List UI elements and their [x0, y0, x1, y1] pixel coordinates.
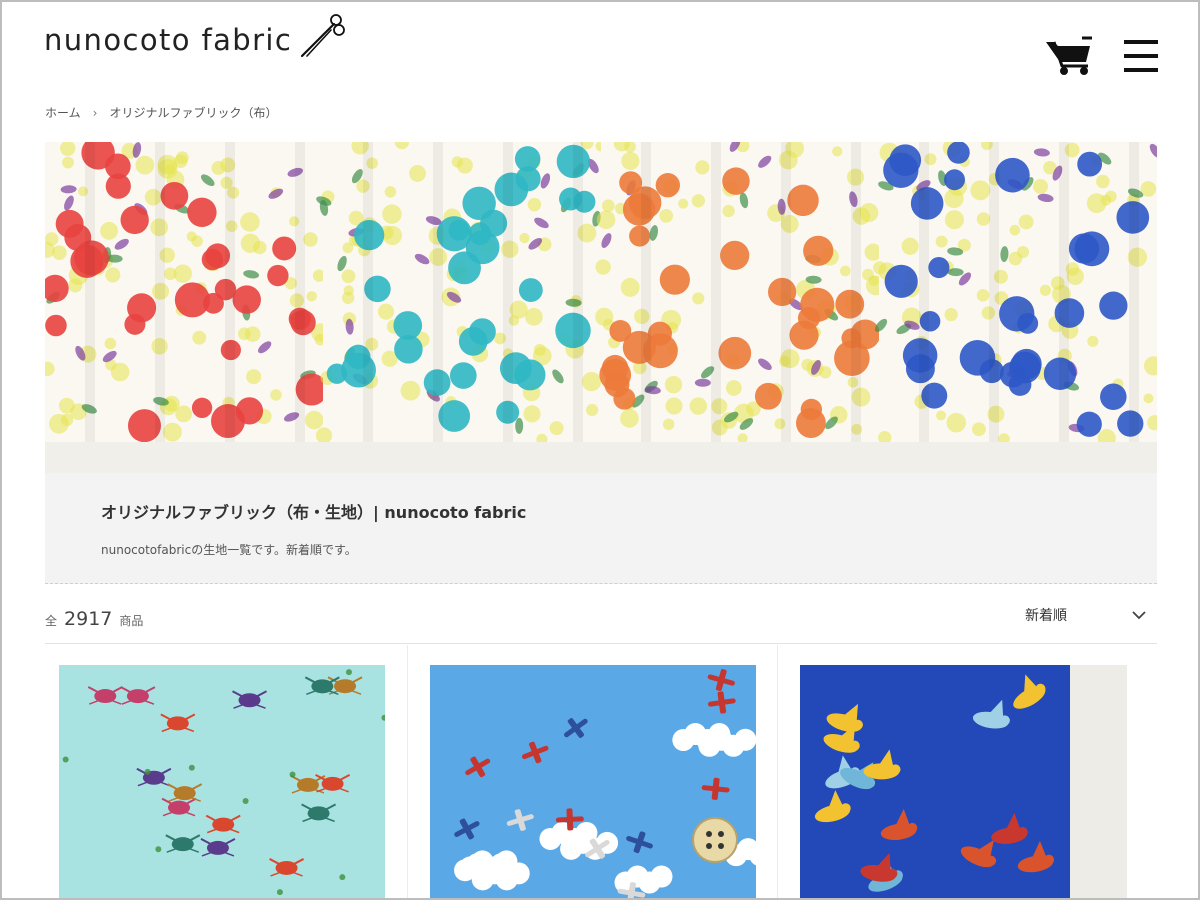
logo-text: nunocoto fabric: [44, 23, 293, 57]
cart-icon[interactable]: [1044, 36, 1094, 76]
product-image: [430, 665, 756, 900]
sort-label: 新着順: [1025, 608, 1067, 624]
menu-bar: [1124, 40, 1158, 44]
hero-banner-image: [45, 142, 1157, 473]
count-suffix: 商品: [119, 614, 144, 628]
product-image: [59, 665, 385, 900]
hero-fabric-pattern: [45, 142, 1157, 473]
product-count: 全 2917 商品: [45, 608, 143, 630]
column-divider: [407, 645, 408, 900]
count-prefix: 全: [45, 614, 58, 628]
breadcrumb: ホーム › オリジナルファブリック（布）: [45, 104, 277, 121]
product-grid: [45, 645, 1157, 900]
column-divider: [777, 645, 778, 900]
hamburger-menu-icon[interactable]: [1124, 40, 1158, 72]
category-description: nunocotofabricの生地一覧です。新着順です。: [101, 543, 357, 557]
product-card-airplanes[interactable]: [430, 665, 756, 900]
product-card-crabs[interactable]: [59, 665, 385, 900]
breadcrumb-current: オリジナルファブリック（布）: [109, 106, 278, 120]
listing-toolbar: 全 2917 商品 新着順: [45, 600, 1157, 644]
count-number: 2917: [64, 608, 113, 630]
category-info: オリジナルファブリック（布・生地）| nunocoto fabric nunoc…: [45, 473, 1157, 584]
breadcrumb-home-link[interactable]: ホーム: [45, 104, 81, 121]
site-logo[interactable]: nunocoto fabric: [44, 14, 346, 66]
menu-bar: [1124, 68, 1158, 72]
menu-bar: [1124, 54, 1158, 58]
scissors-icon: [301, 14, 346, 58]
page-title: オリジナルファブリック（布・生地）| nunocoto fabric: [101, 503, 527, 522]
product-image: [800, 665, 1127, 900]
product-card-birds[interactable]: [800, 665, 1127, 900]
sort-select[interactable]: 新着順: [1025, 602, 1147, 628]
breadcrumb-separator: ›: [92, 105, 98, 120]
chevron-down-icon: [1132, 611, 1146, 620]
